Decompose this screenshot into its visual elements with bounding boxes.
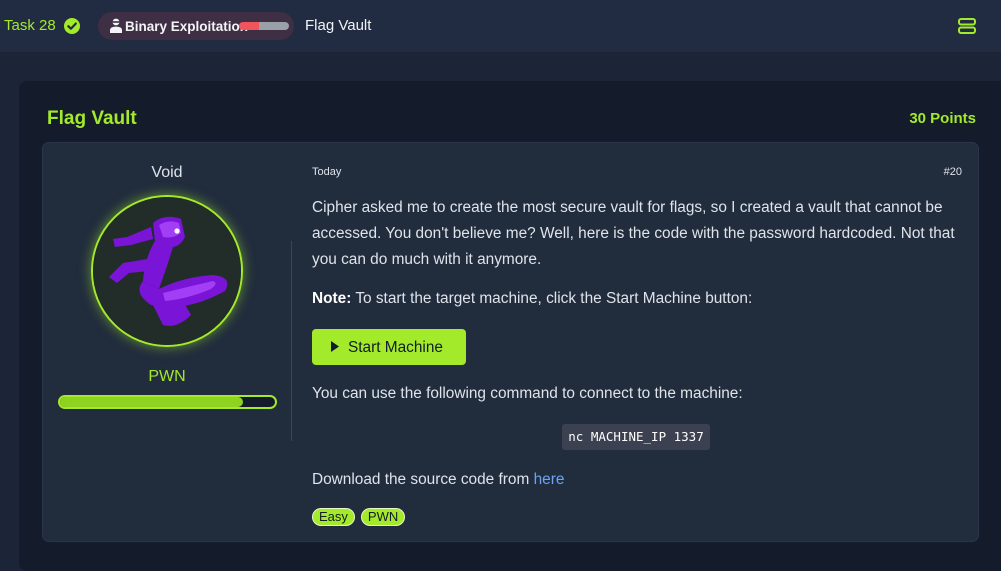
avatar-figure-icon bbox=[93, 197, 241, 345]
topbar-title: Flag Vault bbox=[305, 17, 372, 34]
task-content-panel: Void PWN Today #20 Cipher asked me to cr… bbox=[42, 142, 979, 542]
rank-progress-bar bbox=[58, 395, 277, 409]
tag-badge: Easy bbox=[312, 508, 355, 526]
avatar bbox=[91, 195, 243, 347]
start-machine-label: Start Machine bbox=[348, 339, 443, 356]
connect-instructions: You can use the following command to con… bbox=[312, 385, 743, 402]
task-label: Task 28 bbox=[4, 17, 56, 34]
points-label: 30 Points bbox=[909, 110, 976, 127]
difficulty-segment bbox=[239, 22, 249, 30]
divider bbox=[291, 241, 292, 441]
post-number: #20 bbox=[943, 166, 962, 178]
task-card: Flag Vault 30 Points Void PWN Today #20 … bbox=[19, 81, 1001, 571]
difficulty-meter bbox=[239, 22, 289, 30]
play-icon bbox=[331, 341, 339, 352]
check-icon bbox=[64, 18, 80, 34]
download-prefix: Download the source code from bbox=[312, 471, 534, 488]
post-date: Today bbox=[312, 166, 342, 178]
download-text: Download the source code from here bbox=[312, 471, 564, 489]
command-snippet[interactable]: nc MACHINE_IP 1337 bbox=[562, 424, 710, 450]
card-title: Flag Vault bbox=[47, 108, 137, 129]
category-name: Binary Exploitation bbox=[125, 19, 249, 34]
author-rank: PWN bbox=[148, 368, 186, 385]
note-body: To start the target machine, click the S… bbox=[351, 290, 753, 307]
task-post: Today #20 Cipher asked me to create the … bbox=[312, 143, 962, 541]
author-name: Void bbox=[151, 164, 183, 181]
menu-icon[interactable] bbox=[958, 18, 976, 34]
hacker-icon bbox=[110, 18, 122, 33]
tag-list: Easy PWN bbox=[312, 508, 411, 526]
difficulty-segment bbox=[269, 22, 279, 30]
top-bar: Task 28 Binary Exploitation Flag Vault bbox=[0, 0, 1001, 53]
download-link[interactable]: here bbox=[534, 471, 565, 488]
note-text: Note: To start the target machine, click… bbox=[312, 290, 752, 308]
category-badge[interactable]: Binary Exploitation bbox=[98, 12, 294, 40]
difficulty-segment bbox=[249, 22, 259, 30]
rank-progress-fill bbox=[60, 397, 243, 407]
start-machine-button[interactable]: Start Machine bbox=[312, 329, 466, 365]
difficulty-segment bbox=[259, 22, 269, 30]
task-description: Cipher asked me to create the most secur… bbox=[312, 199, 955, 268]
tag-badge: PWN bbox=[360, 508, 406, 526]
note-label: Note: bbox=[312, 290, 352, 307]
difficulty-segment bbox=[279, 22, 289, 30]
